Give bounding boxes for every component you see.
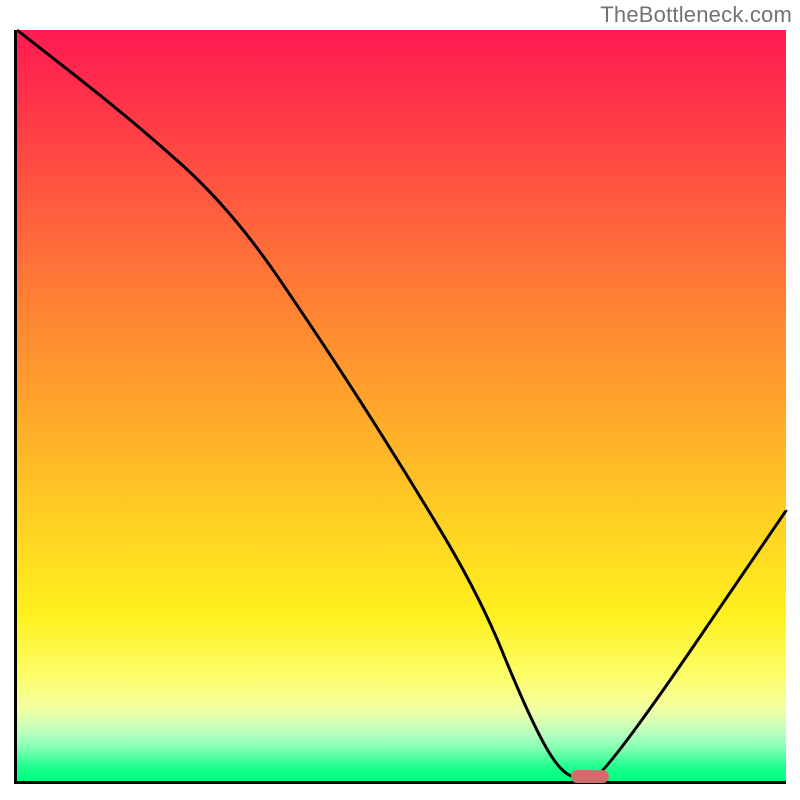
watermark-text: TheBottleneck.com bbox=[600, 2, 792, 28]
bottleneck-curve bbox=[17, 30, 786, 781]
optimal-marker bbox=[571, 770, 609, 783]
plot-area bbox=[14, 30, 786, 784]
curve-path bbox=[17, 30, 786, 781]
chart-container: TheBottleneck.com bbox=[0, 0, 800, 800]
